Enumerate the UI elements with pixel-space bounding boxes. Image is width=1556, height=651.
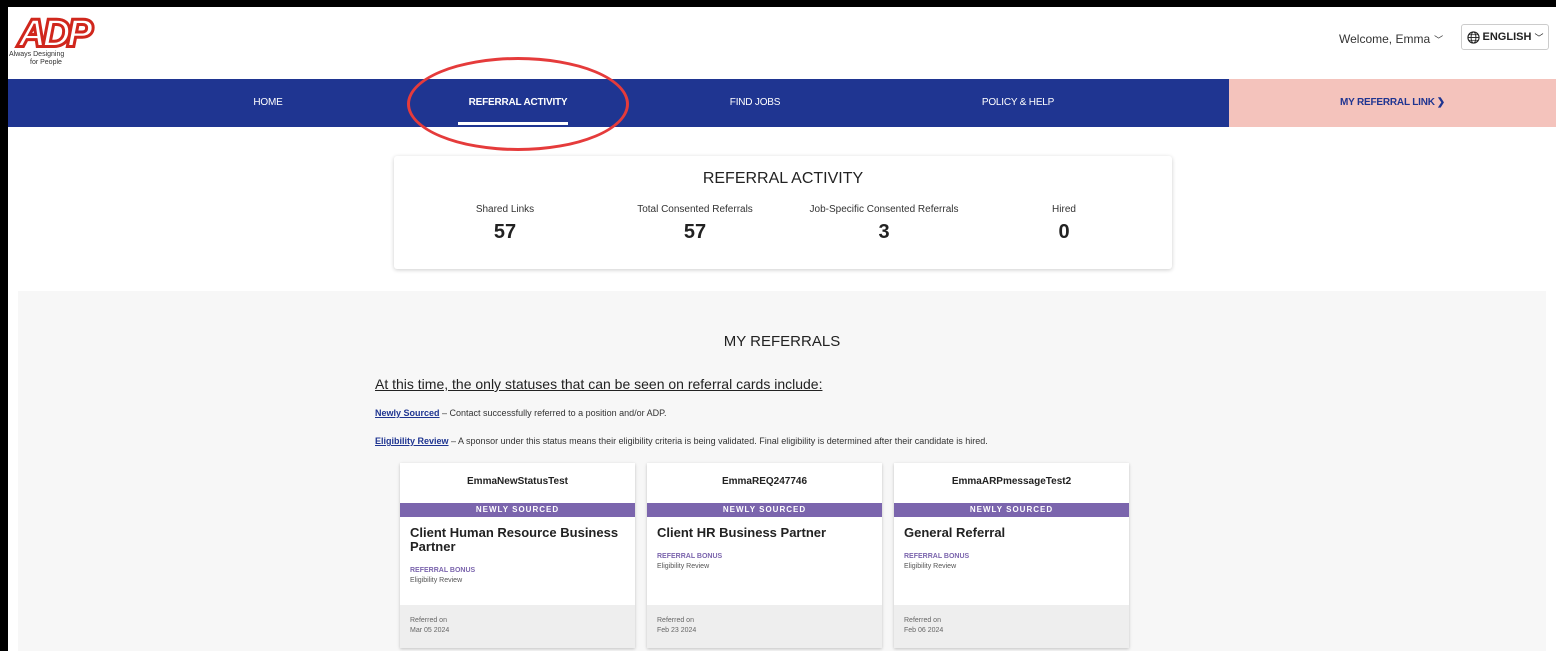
status-intro: At this time, the only statuses that can… <box>375 376 823 392</box>
stat-label: Total Consented Referrals <box>637 204 753 215</box>
stat-job-specific-consented: Job-Specific Consented Referrals 3 <box>794 204 974 244</box>
referral-name: EmmaARPmessageTest2 <box>951 476 1072 487</box>
job-title: Client HR Business Partner <box>657 525 827 540</box>
status-description: – A sponsor under this status means thei… <box>448 436 988 446</box>
referral-bonus-label: REFERRAL BONUS <box>657 553 723 560</box>
referred-date: Mar 05 2024 <box>410 627 450 634</box>
status-definition-newly-sourced: Newly Sourced – Contact successfully ref… <box>375 408 667 418</box>
chevron-down-icon: ﹀ <box>1434 35 1444 45</box>
referral-bonus-label: REFERRAL BONUS <box>904 553 970 560</box>
status-badge: NEWLY SOURCED <box>894 503 1129 517</box>
nav-item-home[interactable]: HOME <box>208 79 328 127</box>
nav-item-policy-help[interactable]: POLICY & HELP <box>958 79 1078 127</box>
main-nav: HOME REFERRAL ACTIVITY FIND JOBS POLICY … <box>8 79 1556 127</box>
active-tab-indicator <box>458 122 568 125</box>
card-footer: Referred on Feb 23 2024 <box>647 605 882 648</box>
nav-item-find-jobs[interactable]: FIND JOBS <box>705 79 805 127</box>
chevron-down-icon: ❯ <box>1436 97 1445 108</box>
card-footer: Referred on Feb 06 2024 <box>894 605 1129 648</box>
page: ADP ADP Always Designing for People Welc… <box>8 7 1556 651</box>
nav-item-referral-activity-label: REFERRAL ACTIVITY <box>468 97 568 108</box>
globe-icon <box>1466 30 1480 44</box>
referred-date: Feb 06 2024 <box>904 627 944 634</box>
stat-value: 0 <box>1058 221 1070 243</box>
referral-bonus-label: REFERRAL BONUS <box>410 567 476 574</box>
card-footer: Referred on Mar 05 2024 <box>400 605 635 648</box>
chevron-down-icon: ﹀ <box>1534 32 1544 43</box>
my-referral-link-label: MY REFERRAL LINK <box>1340 97 1435 108</box>
adp-logo-mark: ADP ADP <box>15 11 98 54</box>
top-bar: ADP ADP Always Designing for People Welc… <box>8 7 1556 79</box>
referral-card[interactable]: EmmaARPmessageTest2 NEWLY SOURCED Genera… <box>894 463 1129 648</box>
stat-shared-links: Shared Links 57 <box>440 204 570 244</box>
job-title: General Referral <box>904 525 1006 540</box>
welcome-text: Welcome, Emma <box>1339 32 1431 46</box>
referred-date: Feb 23 2024 <box>657 627 697 634</box>
referral-activity-title: REFERRAL ACTIVITY <box>702 170 864 187</box>
stat-label: Shared Links <box>475 204 535 215</box>
stat-total-consented: Total Consented Referrals 57 <box>620 204 770 244</box>
status-badge: NEWLY SOURCED <box>400 503 635 517</box>
referral-activity-card: REFERRAL ACTIVITY Shared Links 57 Total … <box>394 156 1172 269</box>
my-referrals-title: MY REFERRALS <box>723 333 841 350</box>
welcome-menu[interactable]: Welcome, Emma ﹀ <box>1339 32 1443 46</box>
nav-item-referral-activity[interactable]: REFERRAL ACTIVITY <box>448 79 588 127</box>
tagline: Always Designing for People <box>8 51 98 67</box>
language-selector[interactable]: ENGLISH ﹀ <box>1461 24 1549 50</box>
referred-on-label: Referred on <box>657 617 694 624</box>
referred-on-label: Referred on <box>904 617 941 624</box>
stat-value: 57 <box>683 221 707 243</box>
stat-value: 57 <box>493 221 517 243</box>
stat-label: Hired <box>1052 204 1076 215</box>
tagline-line2: for People <box>30 59 62 66</box>
stat-hired: Hired 0 <box>1024 204 1104 244</box>
eligibility-status: Eligibility Review <box>657 563 710 570</box>
eligibility-status: Eligibility Review <box>410 577 463 584</box>
referral-card[interactable]: EmmaREQ247746 NEWLY SOURCED Client HR Bu… <box>647 463 882 648</box>
status-badge: NEWLY SOURCED <box>647 503 882 517</box>
referred-on-label: Referred on <box>410 617 447 624</box>
language-label: ENGLISH <box>1482 31 1532 43</box>
job-title: Client Human Resource Business Partner <box>410 525 619 554</box>
status-term-link[interactable]: Newly Sourced <box>375 408 440 418</box>
referral-name: EmmaNewStatusTest <box>467 476 568 487</box>
status-term-link[interactable]: Eligibility Review <box>375 436 449 446</box>
status-description: – Contact successfully referred to a pos… <box>439 408 667 418</box>
stat-label: Job-Specific Consented Referrals <box>809 204 959 215</box>
stat-value: 3 <box>878 221 890 243</box>
status-definition-eligibility-review: Eligibility Review – A sponsor under thi… <box>375 436 988 446</box>
referral-card[interactable]: EmmaNewStatusTest NEWLY SOURCED Client H… <box>400 463 635 648</box>
my-referrals-section: MY REFERRALS At this time, the only stat… <box>18 291 1546 651</box>
referral-name: EmmaREQ247746 <box>721 476 808 487</box>
tagline-line1: Always Designing <box>9 51 65 58</box>
my-referral-link-button[interactable]: MY REFERRAL LINK ❯ <box>1229 79 1556 127</box>
logo-text-outline: ADP <box>17 13 93 54</box>
eligibility-status: Eligibility Review <box>904 563 957 570</box>
